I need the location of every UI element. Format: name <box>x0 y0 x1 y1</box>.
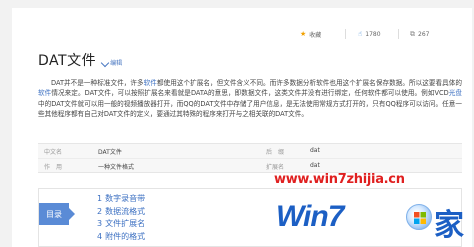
toc-number: 4 <box>97 231 103 241</box>
toc-number: 3 <box>97 219 103 228</box>
summary-paragraph: DAT并不是一种标准文件，许多软件都使用这个扩展名，但文件含义不同。而许多数据分… <box>38 78 462 120</box>
edit-button[interactable]: 编辑 <box>100 58 123 67</box>
divider <box>345 29 346 39</box>
toc-item[interactable]: 3 文件扩展名 <box>97 218 145 231</box>
watermark-brand: Win7 <box>276 200 344 233</box>
info-key: 后 缀 <box>266 149 285 156</box>
link-software[interactable]: 软件 <box>144 79 157 87</box>
divider <box>38 158 462 159</box>
watermark-logo: www.win7zhijia.cn Win7 家 <box>270 170 474 247</box>
toc-item[interactable]: 2 数据流格式 <box>97 206 145 219</box>
like-button[interactable]: ☝ 1780 <box>358 27 381 41</box>
toc-item-label: 数据流格式 <box>105 206 146 216</box>
info-value: 一种文件格式 <box>98 164 135 171</box>
watermark-url: www.win7zhijia.cn <box>274 172 405 187</box>
info-key: 作 用 <box>44 164 63 171</box>
link-software-2[interactable]: 软件 <box>38 89 51 97</box>
paragraph-text: 都使用这个扩展名，但文件含义不同。而许多数据分析软件也用这个扩展名保存数据。所以… <box>156 79 463 87</box>
paragraph-text: 情况来定。DAT文件，可以按照扩展名来看就是DATA的意思，即数据文件，这类文件… <box>51 89 449 98</box>
info-key: 中文名 <box>44 149 63 156</box>
toc-list: 1 数字录音带 2 数据流格式 3 文件扩展名 4 附件的格式 <box>97 193 145 243</box>
pencil-icon <box>100 58 110 67</box>
favorite-label: 收藏 <box>309 31 322 39</box>
like-count: 1780 <box>365 30 381 38</box>
favorite-button[interactable]: ★ 收藏 <box>300 27 321 41</box>
watermark-char: 家 <box>434 208 464 243</box>
toc-item-label: 附件的格式 <box>105 231 146 241</box>
toc-item-label: 文件扩展名 <box>105 219 146 228</box>
title-row: DAT文件 编辑 <box>38 46 122 70</box>
toc-number: 2 <box>97 206 103 216</box>
windows-logo-icon <box>406 204 432 230</box>
info-table: 中文名 DAT文件 后 缀 dat 作 用 一种文件格式 扩展名 dat <box>38 143 462 173</box>
toc-label: 目录 <box>39 203 75 225</box>
paragraph-text: DAT并不是一种标准文件，许多 <box>51 79 144 87</box>
toc-number: 1 <box>97 194 103 203</box>
divider <box>398 29 399 39</box>
edit-label: 编辑 <box>110 60 123 67</box>
toc-item[interactable]: 4 附件的格式 <box>97 231 145 244</box>
toolbar: ★ 收藏 ☝ 1780 ⧉ 267 <box>12 8 472 48</box>
toc-item[interactable]: 1 数字录音带 <box>97 193 145 206</box>
info-value: dat <box>310 147 320 154</box>
windows-flag-icon <box>414 212 426 224</box>
toc-item-label: 数字录音带 <box>105 194 146 203</box>
share-button[interactable]: ⧉ 267 <box>410 27 429 41</box>
thumb-up-icon: ☝ <box>358 30 363 38</box>
paragraph-text: 中的DAT文件就可以用一般的视频播放器打开，而QQ的DAT文件中存储了用户信息，… <box>38 99 462 119</box>
page-title: DAT文件 <box>38 53 97 69</box>
share-icon: ⧉ <box>410 29 415 38</box>
info-value: dat <box>310 162 320 169</box>
star-icon: ★ <box>300 30 307 38</box>
share-count: 267 <box>418 30 430 38</box>
info-value: DAT文件 <box>98 149 122 156</box>
link-disc[interactable]: 光盘 <box>449 89 462 97</box>
